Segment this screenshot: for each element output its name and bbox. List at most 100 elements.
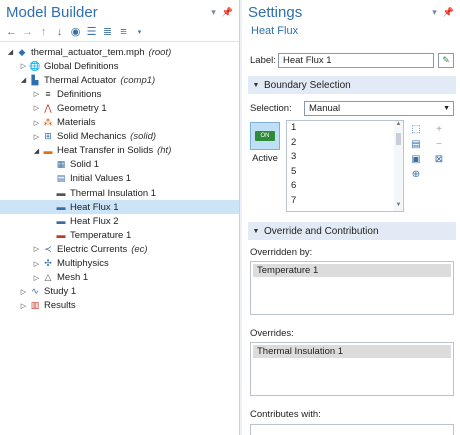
pin-icon[interactable]: 📌: [443, 7, 454, 18]
tree-node-label: Global Definitions: [44, 60, 119, 72]
expanded-twisty-icon[interactable]: ◢: [32, 144, 41, 158]
remove-icon[interactable]: −: [433, 139, 445, 151]
tree-node[interactable]: ▤ Initial Values 1: [0, 172, 239, 186]
boundary-list-item[interactable]: 6: [287, 179, 403, 194]
tree-node-label: Definitions: [57, 88, 102, 100]
tree-node-label: thermal_actuator_tem.mph: [31, 46, 145, 58]
collapsed-twisty-icon[interactable]: ▷: [32, 116, 41, 130]
move-up-icon[interactable]: ↑: [37, 26, 50, 39]
zoom-to-selection-icon[interactable]: ⊕: [410, 169, 422, 181]
contributes-caption: Contributes with:: [250, 409, 321, 420]
tree-node[interactable]: ▬ Heat Flux 2: [0, 214, 239, 228]
tree-node[interactable]: ◢ ◆ thermal_actuator_tem.mph (root): [0, 45, 239, 59]
dropdown-icon[interactable]: ▾: [133, 26, 146, 39]
paste-selection-icon[interactable]: ⬚: [410, 124, 422, 136]
tree-node[interactable]: ▷ ⊞ Solid Mechanics (solid): [0, 130, 239, 144]
list-menu-icon[interactable]: ≡: [117, 26, 130, 39]
tree-node-label: Thermal Insulation 1: [70, 187, 157, 199]
boundary-list-scrollbar[interactable]: ▲ ▼: [394, 121, 403, 211]
tree-node[interactable]: ▷ ≺ Electric Currents (ec): [0, 242, 239, 256]
boundary-selection-section[interactable]: ▼ Boundary Selection: [248, 76, 456, 94]
tree-node-label: Heat Flux 2: [70, 215, 119, 227]
tree-node[interactable]: ▬ Thermal Insulation 1: [0, 186, 239, 200]
active-toggle-button[interactable]: ON: [250, 122, 280, 150]
tree-node[interactable]: ▷ 🌐 Global Definitions: [0, 59, 239, 73]
boundary-list-item[interactable]: 7: [287, 194, 403, 209]
tree-node[interactable]: ▷ ▥ Results: [0, 299, 239, 313]
tree-node[interactable]: ▷ ✣ Multiphysics: [0, 257, 239, 271]
tree-node[interactable]: ▷ ∿ Study 1: [0, 285, 239, 299]
boundary-list-item[interactable]: 2: [287, 136, 403, 151]
collapsed-twisty-icon[interactable]: ▷: [32, 257, 41, 271]
expanded-twisty-icon[interactable]: ◢: [19, 73, 28, 87]
model-builder-toolbar: ← → ↑ ↓ ◉ ☰ ≣ ≡ ▾: [0, 24, 239, 42]
overrides-item[interactable]: Thermal Insulation 1: [253, 345, 451, 358]
add-icon[interactable]: +: [433, 124, 445, 136]
tree-node[interactable]: ▷ ≡ Definitions: [0, 87, 239, 101]
boundary-selection-title: Boundary Selection: [264, 79, 351, 91]
panel-menu-icon[interactable]: ▾: [432, 7, 437, 18]
clipboard-icon[interactable]: ▣: [410, 154, 422, 166]
collapsed-twisty-icon[interactable]: ▷: [19, 59, 28, 73]
tree-node-label: Electric Currents: [57, 243, 128, 255]
forward-arrow-icon[interactable]: →: [21, 26, 34, 39]
tree-node[interactable]: ▷ ⁂ Materials: [0, 116, 239, 130]
tree-node-label: Solid Mechanics: [57, 131, 127, 143]
model-builder-panel: Model Builder ▾ 📌 ← → ↑ ↓ ◉ ☰ ≣ ≡ ▾ ◢ ◆ th…: [0, 0, 240, 435]
settings-subtitle: Heat Flux: [251, 25, 299, 37]
boundary-list-item[interactable]: 3: [287, 150, 403, 165]
collapsed-twisty-icon[interactable]: ▷: [32, 271, 41, 285]
label-caption: Label:: [250, 54, 276, 66]
copy-selection-icon[interactable]: ▤: [410, 139, 422, 151]
collapsed-twisty-icon[interactable]: ▷: [32, 242, 41, 256]
tree-node[interactable]: ▬ Heat Flux 1: [0, 200, 239, 215]
boundary-list[interactable]: 123567 ▲ ▼: [286, 120, 404, 212]
overrides-caption: Overrides:: [250, 328, 294, 339]
tree-node[interactable]: ▬ Temperature 1: [0, 228, 239, 242]
edit-label-icon[interactable]: ✎: [438, 52, 454, 68]
label-field[interactable]: Heat Flux 1: [278, 52, 434, 68]
tree-node-label: Study 1: [44, 286, 77, 298]
panel-menu-icon[interactable]: ▾: [211, 7, 216, 18]
overridden-by-item[interactable]: Temperature 1: [253, 264, 451, 277]
solid-icon: ▦: [56, 159, 66, 170]
move-down-icon[interactable]: ↓: [53, 26, 66, 39]
heat-transfer-icon: ▬: [43, 145, 53, 156]
boundary-list-item[interactable]: 5: [287, 165, 403, 180]
overrides-list[interactable]: Thermal Insulation 1: [250, 342, 454, 396]
tree-node[interactable]: ◢ ▬ Heat Transfer in Solids (ht): [0, 144, 239, 158]
collapsed-twisty-icon[interactable]: ▷: [19, 299, 28, 313]
contributes-list[interactable]: [250, 424, 454, 435]
tree-node[interactable]: ▷ △ Mesh 1: [0, 271, 239, 285]
tree-node-label: Materials: [57, 117, 96, 128]
geometry-icon: ⋀: [44, 102, 52, 113]
scroll-down-icon[interactable]: ▼: [394, 202, 403, 211]
selection-caption: Selection:: [250, 103, 292, 114]
back-arrow-icon[interactable]: ←: [5, 26, 18, 39]
model-icon: ◆: [18, 46, 26, 57]
expand-all-icon[interactable]: ≣: [101, 26, 114, 39]
collapse-all-icon[interactable]: ☰: [85, 26, 98, 39]
expanded-twisty-icon[interactable]: ◢: [6, 45, 15, 59]
selection-row: Selection: Manual ▼: [250, 101, 454, 116]
overridden-by-list[interactable]: Temperature 1: [250, 261, 454, 315]
boundary-list-item[interactable]: 1: [287, 121, 403, 136]
tree-node[interactable]: ▷ ⋀ Geometry 1: [0, 101, 239, 115]
collapsed-twisty-icon[interactable]: ▷: [32, 101, 41, 115]
show-icon[interactable]: ◉: [69, 26, 82, 39]
collapsed-twisty-icon[interactable]: ▷: [32, 130, 41, 144]
tree-node[interactable]: ◢ ▙ Thermal Actuator (comp1): [0, 73, 239, 87]
tree-node-label: Initial Values 1: [70, 173, 132, 185]
clear-selection-icon[interactable]: ⊠: [433, 154, 445, 166]
scroll-up-icon[interactable]: ▲: [394, 121, 403, 130]
pin-icon[interactable]: 📌: [222, 7, 233, 18]
heat-flux-icon: ▬: [56, 202, 66, 213]
collapsed-twisty-icon[interactable]: ▷: [19, 285, 28, 299]
scroll-thumb[interactable]: [396, 133, 401, 145]
override-contribution-section[interactable]: ▼ Override and Contribution: [248, 222, 456, 240]
selection-value: Manual: [309, 103, 341, 114]
collapsed-twisty-icon[interactable]: ▷: [32, 87, 41, 101]
selection-dropdown[interactable]: Manual ▼: [304, 101, 454, 116]
tree-node[interactable]: ▦ Solid 1: [0, 158, 239, 172]
